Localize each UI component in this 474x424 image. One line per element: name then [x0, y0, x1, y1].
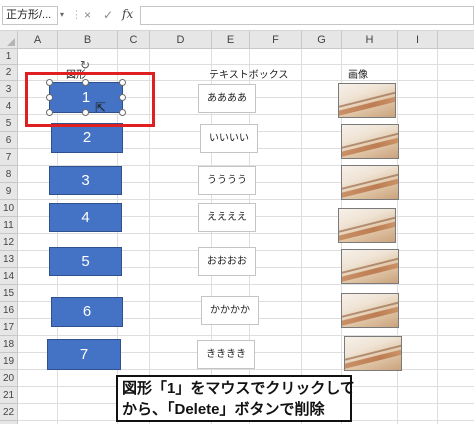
column-header-f[interactable]: F [250, 31, 302, 49]
textbox-6[interactable]: かかかか [201, 296, 259, 325]
resize-handle[interactable] [119, 109, 126, 116]
column-header-d[interactable]: D [150, 31, 212, 49]
row-header-20[interactable]: 20 [0, 370, 18, 387]
row-header-12[interactable]: 12 [0, 234, 18, 251]
row-header-4[interactable]: 4 [0, 98, 18, 115]
row-header-2[interactable]: 2 [0, 65, 18, 81]
column-header-blank [438, 31, 474, 49]
column-header-e[interactable]: E [212, 31, 250, 49]
image-column-header: 画像 [348, 70, 368, 81]
row-header-19[interactable]: 19 [0, 353, 18, 370]
row-header-6[interactable]: 6 [0, 132, 18, 149]
worksheet-grid[interactable]: A B C D E F G H I 1 2 3 4 5 6 7 8 9 10 1… [0, 31, 474, 424]
row-header-17[interactable]: 17 [0, 319, 18, 336]
textbox-column-header: テキストボックス [209, 70, 289, 81]
textbox-5[interactable]: おおおお [198, 247, 256, 276]
insert-function-icon[interactable]: fx [122, 7, 133, 21]
image-1[interactable] [338, 83, 396, 118]
column-header-c[interactable]: C [118, 31, 150, 49]
textbox-7[interactable]: きききき [197, 340, 255, 369]
column-header-b[interactable]: B [58, 31, 118, 49]
image-4[interactable] [338, 208, 396, 243]
image-2[interactable] [341, 124, 399, 159]
image-7[interactable] [344, 336, 402, 371]
cancel-icon[interactable]: × [84, 8, 91, 22]
resize-handle[interactable] [46, 79, 53, 86]
shape-6[interactable]: 6 [51, 297, 123, 327]
resize-handle[interactable] [119, 79, 126, 86]
row-header-3[interactable]: 3 [0, 81, 18, 98]
enter-icon[interactable]: ✓ [103, 8, 113, 22]
row-header-11[interactable]: 11 [0, 217, 18, 234]
resize-handle[interactable] [82, 79, 89, 86]
row-header-8[interactable]: 8 [0, 166, 18, 183]
gridline [18, 233, 474, 234]
highlight-frame [25, 72, 155, 127]
column-header-g[interactable]: G [302, 31, 342, 49]
shape-5[interactable]: 5 [49, 247, 122, 276]
formula-input[interactable] [140, 6, 474, 25]
textbox-1[interactable]: ああああ [198, 84, 256, 113]
row-header-9[interactable]: 9 [0, 183, 18, 200]
formula-bar-separator: ⋮ [71, 9, 82, 21]
textbox-3[interactable]: うううう [198, 166, 256, 195]
name-box-dropdown-icon[interactable]: ▾ [60, 10, 64, 19]
row-header-14[interactable]: 14 [0, 268, 18, 285]
shape-4[interactable]: 4 [49, 203, 122, 232]
column-header-i[interactable]: I [398, 31, 438, 49]
row-header-15[interactable]: 15 [0, 285, 18, 302]
shape-7[interactable]: 7 [47, 339, 121, 370]
resize-handle[interactable] [82, 109, 89, 116]
row-header-16[interactable]: 16 [0, 302, 18, 319]
column-header-a[interactable]: A [18, 31, 58, 49]
gridline [18, 335, 474, 336]
textbox-4[interactable]: ええええ [198, 203, 256, 232]
image-6[interactable] [341, 293, 399, 328]
column-header-h[interactable]: H [342, 31, 398, 49]
shape-2[interactable]: 2 [51, 123, 123, 153]
image-3[interactable] [341, 165, 399, 200]
gridline [301, 49, 302, 424]
resize-handle[interactable] [46, 94, 53, 101]
instruction-caption: 図形「1」をマウスでクリックして から、「Delete」ボタンで削除 [116, 375, 355, 422]
row-header-13[interactable]: 13 [0, 251, 18, 268]
row-header-10[interactable]: 10 [0, 200, 18, 217]
row-header-18[interactable]: 18 [0, 336, 18, 353]
caption-line-2: から、「Delete」ボタンで削除 [122, 401, 325, 418]
resize-handle[interactable] [119, 94, 126, 101]
caption-line-1: 図形「1」をマウスでクリックして [122, 380, 355, 397]
select-all-icon [7, 38, 15, 46]
resize-handle[interactable] [46, 109, 53, 116]
shape-3[interactable]: 3 [49, 166, 122, 195]
name-box[interactable]: 正方形/... [2, 6, 58, 25]
row-header-7[interactable]: 7 [0, 149, 18, 166]
formula-bar: 正方形/... ▾ ⋮ × ✓ fx [0, 0, 474, 31]
textbox-2[interactable]: いいいい [200, 124, 258, 153]
row-header-5[interactable]: 5 [0, 115, 18, 132]
gridline [437, 49, 438, 424]
select-all-corner[interactable] [0, 31, 18, 49]
gridline [18, 199, 474, 200]
image-5[interactable] [341, 249, 399, 284]
gridline [18, 284, 474, 285]
row-header-22[interactable]: 22 [0, 404, 18, 421]
mouse-cursor-icon: ⇱ [95, 100, 106, 115]
row-header-21[interactable]: 21 [0, 387, 18, 404]
row-header-1[interactable]: 1 [0, 49, 18, 65]
rotate-handle-icon[interactable]: ↻ [80, 58, 90, 72]
